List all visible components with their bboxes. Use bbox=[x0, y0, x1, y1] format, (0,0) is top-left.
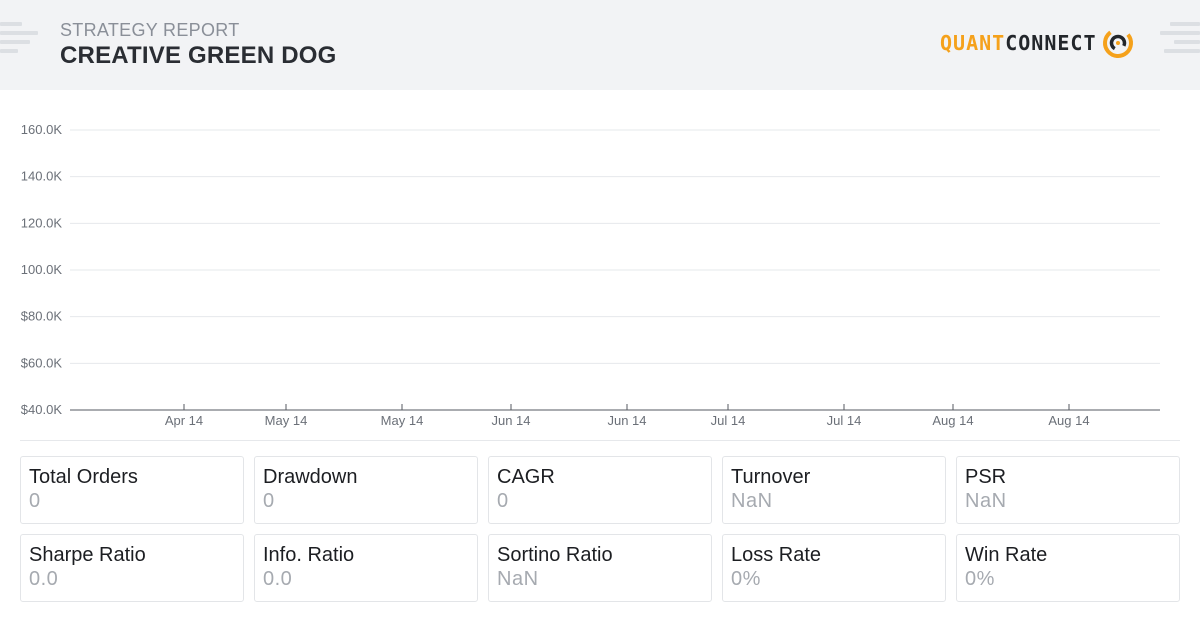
stat-value: 0 bbox=[263, 490, 275, 512]
stat-label: Info. Ratio bbox=[263, 544, 355, 566]
stat-label: Total Orders bbox=[29, 466, 138, 488]
x-tick-label: Jul 14 bbox=[827, 413, 862, 428]
stat-value: 0 bbox=[497, 490, 509, 512]
x-tick-label: Jun 14 bbox=[491, 413, 530, 428]
x-tick-label: Aug 14 bbox=[932, 413, 973, 428]
y-tick-label: $40.0K bbox=[21, 402, 63, 417]
logo-text-quant: QUANT bbox=[940, 31, 1006, 55]
stat-card: Total Orders 0 bbox=[20, 456, 244, 524]
quantconnect-logo-icon bbox=[1102, 28, 1133, 58]
header-decoration-right bbox=[1160, 22, 1200, 58]
y-tick-label: 100.0K bbox=[21, 262, 63, 277]
x-tick-label: Aug 14 bbox=[1048, 413, 1089, 428]
stat-label: PSR bbox=[965, 466, 1007, 488]
stat-value: 0% bbox=[731, 568, 761, 590]
x-tick-label: Jun 14 bbox=[607, 413, 646, 428]
y-tick-label: $60.0K bbox=[21, 355, 63, 370]
stat-value: NaN bbox=[497, 568, 539, 590]
y-tick-label: 120.0K bbox=[21, 215, 63, 230]
stat-card: Drawdown 0 bbox=[254, 456, 478, 524]
stat-value: 0 bbox=[29, 490, 41, 512]
report-label: STRATEGY REPORT bbox=[60, 20, 240, 40]
quantconnect-logo[interactable]: QUANT CONNECT bbox=[940, 26, 1135, 60]
stat-label: Sortino Ratio bbox=[497, 544, 613, 566]
stat-label: Sharpe Ratio bbox=[29, 544, 146, 566]
stat-value: 0.0 bbox=[263, 568, 293, 590]
equity-chart-svg: 160.0K 140.0K 120.0K 100.0K $80.0K $60.0K $40.… bbox=[21, 122, 1160, 428]
stat-card: Sortino Ratio NaN bbox=[488, 534, 712, 602]
stat-label: Drawdown bbox=[263, 466, 358, 488]
y-tick-label: 160.0K bbox=[21, 122, 63, 137]
stat-card: Info. Ratio 0.0 bbox=[254, 534, 478, 602]
stat-card: Win Rate 0% bbox=[956, 534, 1180, 602]
x-tick-label: Apr 14 bbox=[165, 413, 203, 428]
stat-label: CAGR bbox=[497, 466, 555, 488]
y-tick-label: $80.0K bbox=[21, 309, 63, 324]
section-divider bbox=[20, 440, 1180, 441]
x-tick-label: Jul 14 bbox=[711, 413, 746, 428]
stat-label: Win Rate bbox=[965, 544, 1048, 566]
x-tick-label: May 14 bbox=[265, 413, 308, 428]
stat-value: 0.0 bbox=[29, 568, 59, 590]
stat-value: 0% bbox=[965, 568, 995, 590]
header-decoration-left bbox=[0, 22, 38, 58]
y-tick-label: 140.0K bbox=[21, 169, 63, 184]
report-header: STRATEGY REPORT CREATIVE GREEN DOG QUANT… bbox=[0, 0, 1200, 90]
stat-card: PSR NaN bbox=[956, 456, 1180, 524]
stat-label: Turnover bbox=[731, 466, 811, 488]
equity-chart: 160.0K 140.0K 120.0K 100.0K $80.0K $60.0K $40.… bbox=[0, 110, 1200, 440]
stat-card: Loss Rate 0% bbox=[722, 534, 946, 602]
stat-card: Sharpe Ratio 0.0 bbox=[20, 534, 244, 602]
x-tick-label: May 14 bbox=[381, 413, 424, 428]
logo-text-connect: CONNECT bbox=[1005, 31, 1097, 55]
stat-card: Turnover NaN bbox=[722, 456, 946, 524]
stat-card: CAGR 0 bbox=[488, 456, 712, 524]
stat-value: NaN bbox=[731, 490, 773, 512]
stat-label: Loss Rate bbox=[731, 544, 822, 566]
stat-value: NaN bbox=[965, 490, 1007, 512]
strategy-title: CREATIVE GREEN DOG bbox=[60, 42, 337, 69]
